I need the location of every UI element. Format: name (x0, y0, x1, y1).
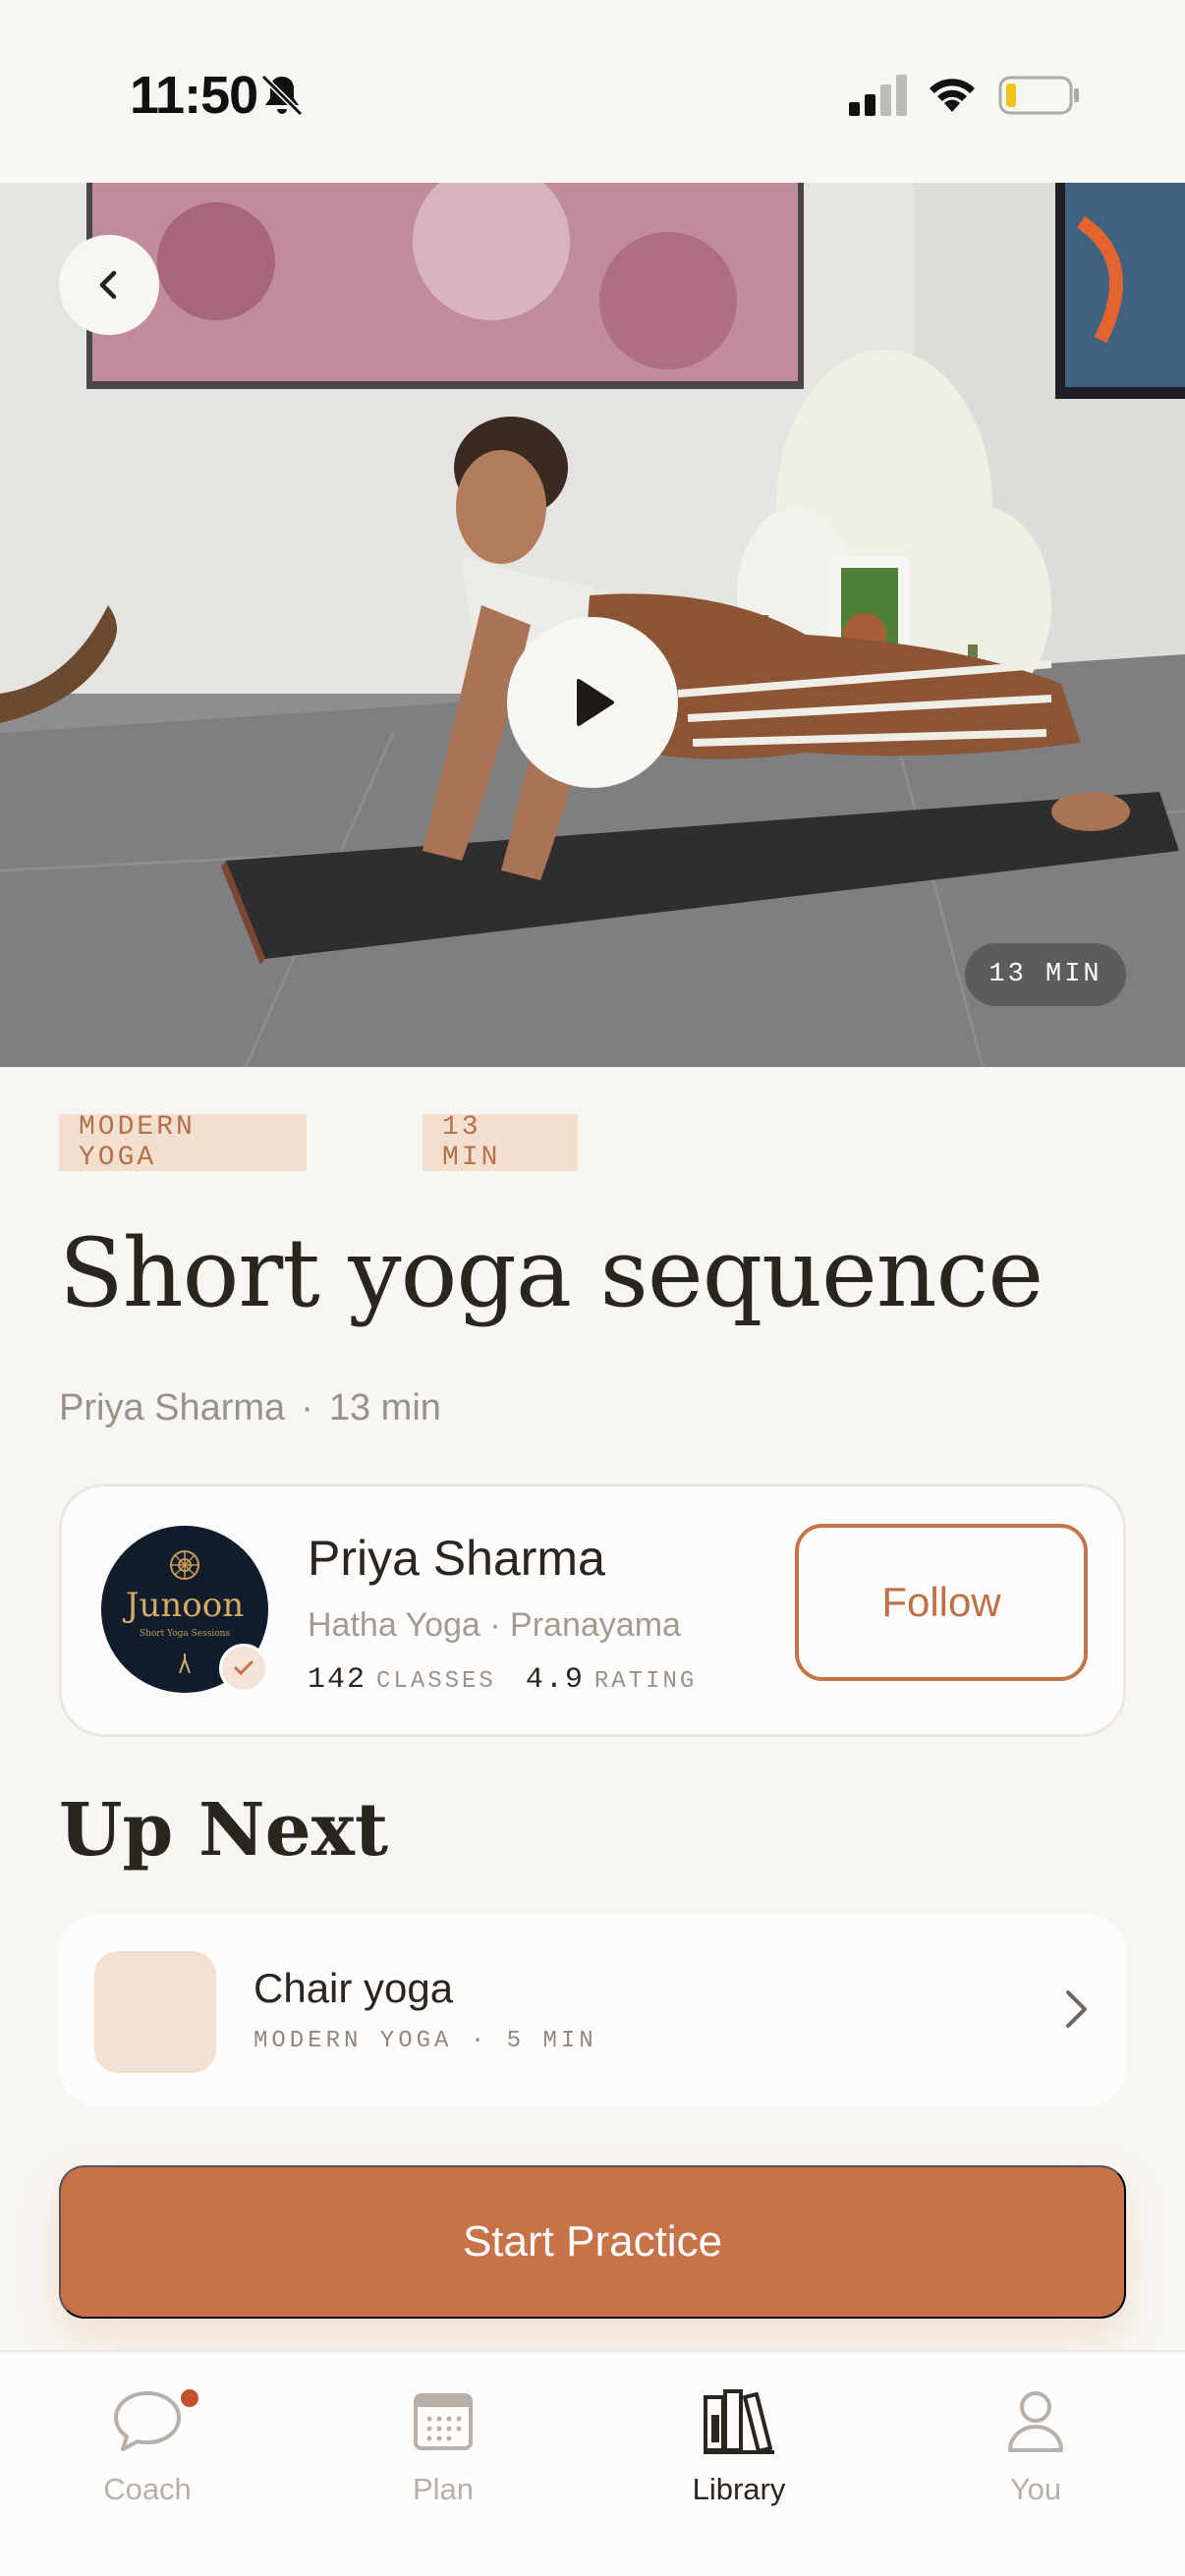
play-button[interactable] (507, 617, 678, 788)
instructor-card[interactable]: Junoon Short Yoga Sessions Priya Sharma … (59, 1484, 1126, 1737)
classes-count: 142 (308, 1663, 367, 1697)
tab-label-library: Library (692, 2472, 786, 2506)
meta-instructor: Priya Sharma (59, 1387, 286, 1428)
instructor-name[interactable]: Priya Sharma (308, 1530, 605, 1587)
duration-badge: 13 MIN (965, 943, 1126, 1006)
bell-slash-icon (260, 74, 304, 117)
follow-button[interactable]: Follow (795, 1524, 1088, 1681)
up-next-title: Chair yoga (254, 1965, 454, 2011)
verified-badge (219, 1644, 268, 1693)
up-next-meta: MODERN YOGA · 5 MIN (254, 2028, 597, 2054)
status-bar: 11:50 (0, 0, 1185, 183)
status-time: 11:50 (130, 66, 258, 125)
rating-label: RATING (593, 1668, 698, 1695)
page-title: Short yoga sequence (59, 1218, 1044, 1328)
up-next-thumbnail (94, 1951, 216, 2073)
tab-bar: Coach Plan Library You (0, 2350, 1185, 2576)
tag-duration: 13 MIN (423, 1112, 578, 1173)
calendar-icon (414, 2393, 473, 2450)
tab-label-you: You (1009, 2472, 1062, 2506)
tab-label-plan: Plan (412, 2472, 475, 2506)
battery-low-icon (998, 76, 1079, 115)
notification-dot (181, 2389, 198, 2407)
instructor-stats: 142 CLASSES 4.9 RATING (308, 1663, 726, 1697)
logo-text: Junoon (123, 1586, 244, 1625)
meta-separator: · (301, 1387, 313, 1428)
tab-you[interactable]: You (937, 2381, 1134, 2519)
signal-icon (849, 75, 907, 116)
play-icon (577, 679, 614, 726)
tab-plan[interactable]: Plan (345, 2381, 541, 2519)
chat-bubble-icon (114, 2391, 181, 2451)
meta-duration: 13 min (328, 1387, 441, 1428)
rating-value: 4.9 (525, 1663, 585, 1697)
up-next-heading: Up Next (59, 1788, 389, 1873)
classes-label: CLASSES (376, 1668, 496, 1695)
chevron-left-icon (99, 270, 117, 300)
library-books-icon (704, 2389, 774, 2454)
instructor-styles: Hatha Yoga · Pranayama (308, 1606, 681, 1644)
check-icon (234, 1660, 254, 1676)
video-hero[interactable]: 13 MIN (0, 183, 1185, 1067)
tab-coach[interactable]: Coach (49, 2381, 246, 2519)
up-next-item[interactable]: Chair yoga MODERN YOGA · 5 MIN (59, 1914, 1126, 2106)
wifi-icon (930, 79, 975, 112)
tab-library[interactable]: Library (641, 2381, 837, 2519)
tag-category: MODERN YOGA (59, 1112, 307, 1173)
start-practice-button[interactable]: Start Practice (59, 2165, 1126, 2319)
logo-subtext: Short Yoga Sessions (140, 1629, 231, 1639)
tab-label-coach: Coach (103, 2472, 192, 2506)
back-button[interactable] (59, 235, 159, 335)
chevron-right-icon (1066, 1990, 1087, 2028)
class-meta: Priya Sharma · 13 min (59, 1387, 441, 1429)
person-icon (1008, 2391, 1063, 2452)
